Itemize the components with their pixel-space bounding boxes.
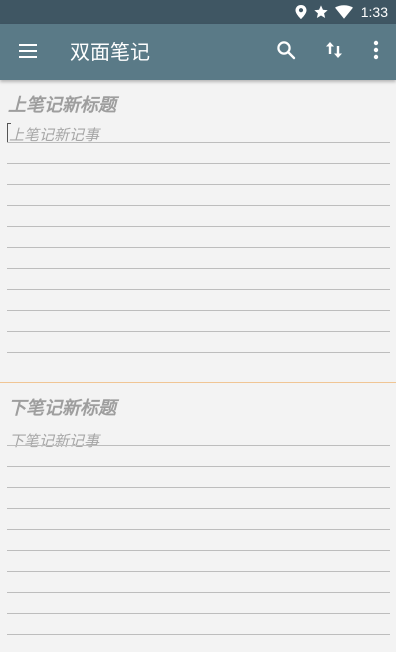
more-options-button[interactable] — [356, 32, 396, 72]
ruled-line — [7, 352, 390, 353]
ruled-line — [7, 571, 390, 572]
app-bar: 双面笔记 — [0, 24, 396, 80]
ruled-line — [7, 487, 390, 488]
star-icon — [313, 4, 329, 20]
bottom-note-body-placeholder: 下笔记新记事 — [9, 432, 100, 450]
status-icons: 1:33 — [295, 0, 388, 24]
ruled-line — [7, 508, 390, 509]
top-note-body-field[interactable]: 上笔记新记事 — [7, 120, 390, 382]
ruled-line — [7, 142, 390, 143]
bottom-note-body-field[interactable]: 下笔记新记事 — [7, 426, 390, 652]
status-bar: 1:33 — [0, 0, 396, 24]
search-button[interactable] — [266, 32, 306, 72]
ruled-line — [7, 205, 390, 206]
ruled-line — [7, 247, 390, 248]
menu-button[interactable] — [8, 32, 48, 72]
app-title: 双面笔记 — [70, 40, 150, 64]
bottom-note-pane: 下笔记新标题 下笔记新记事 — [0, 383, 396, 652]
ruled-line — [7, 184, 390, 185]
ruled-line — [7, 613, 390, 614]
search-icon — [276, 40, 296, 64]
ruled-line — [7, 550, 390, 551]
bottom-note-title-field[interactable]: 下笔记新标题 — [8, 394, 116, 420]
sort-button[interactable] — [314, 32, 354, 72]
ruled-line — [7, 592, 390, 593]
ruled-line — [7, 310, 390, 311]
more-vert-icon — [373, 40, 379, 64]
ruled-line — [7, 529, 390, 530]
location-icon — [295, 5, 307, 19]
ruled-line — [7, 466, 390, 467]
ruled-line — [7, 268, 390, 269]
sort-icon — [325, 40, 343, 64]
ruled-line — [7, 331, 390, 332]
ruled-line — [7, 634, 390, 635]
menu-icon — [18, 43, 38, 62]
ruled-line — [7, 226, 390, 227]
ruled-line — [7, 163, 390, 164]
ruled-line — [7, 445, 390, 446]
top-note-title-field[interactable]: 上笔记新标题 — [8, 91, 116, 117]
ruled-line — [7, 289, 390, 290]
text-cursor — [7, 124, 8, 142]
wifi-icon — [334, 5, 353, 19]
top-note-pane: 上笔记新标题 上笔记新记事 — [0, 80, 396, 382]
clock: 1:33 — [360, 4, 388, 20]
